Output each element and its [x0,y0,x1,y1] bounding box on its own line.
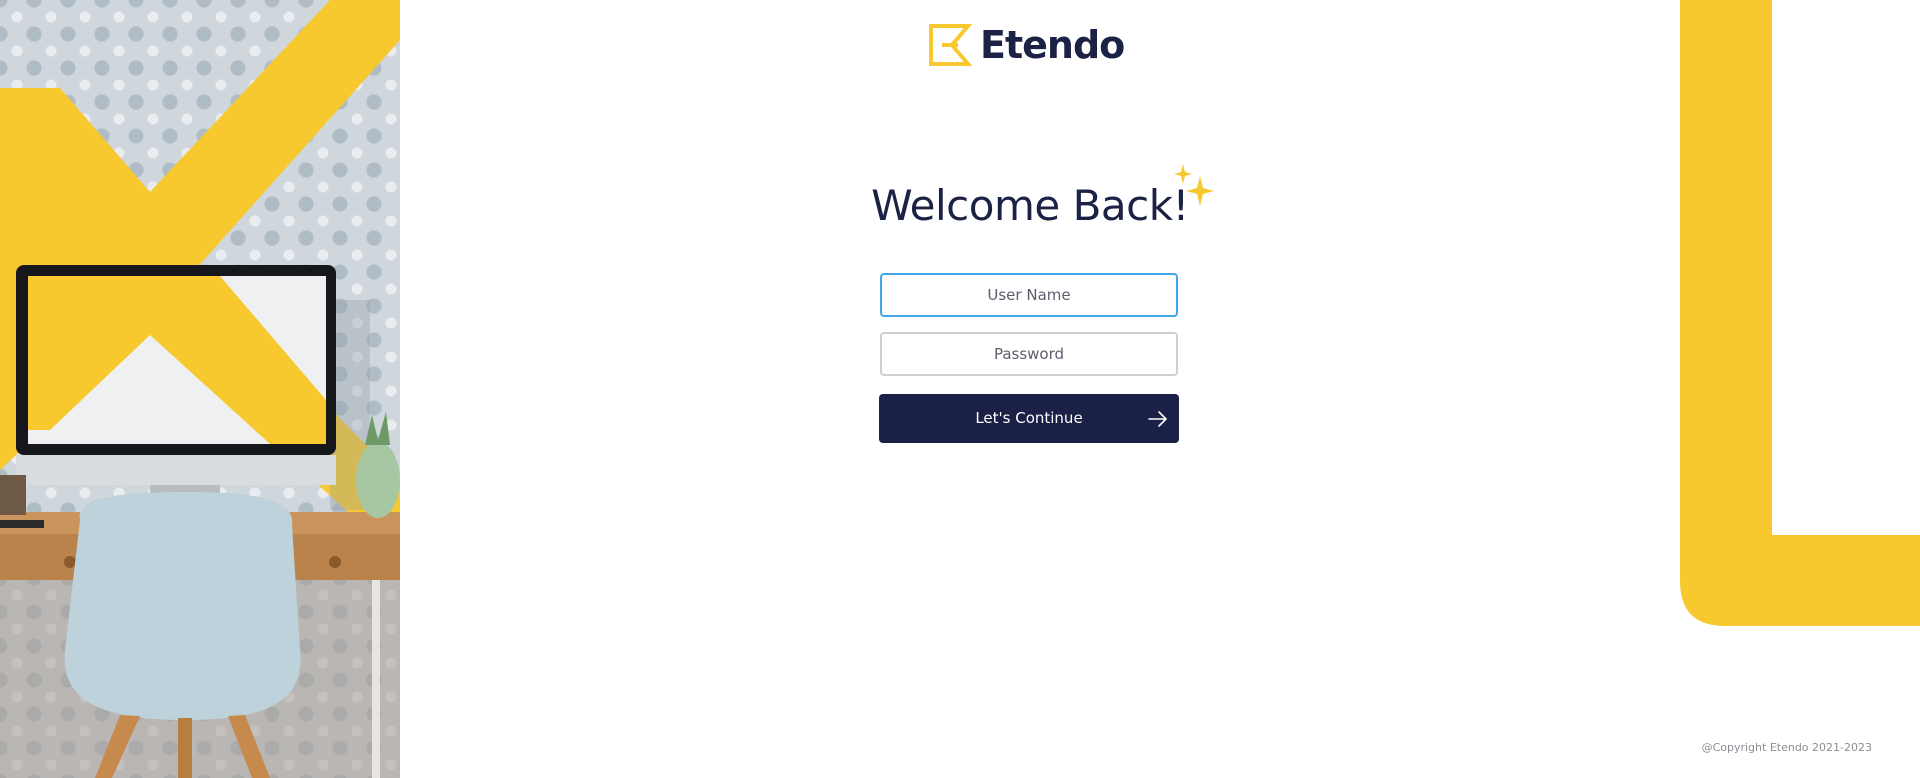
etendo-logo: Etendo [928,22,1125,68]
arrow-right-icon [1148,411,1167,427]
login-page: Etendo Welcome Back! Let's Continue @Cop… [0,0,1920,778]
workspace-illustration-art [0,0,400,778]
page-title: Welcome Back! [871,181,1189,230]
username-input[interactable] [880,273,1178,317]
password-input[interactable] [880,332,1178,376]
continue-button-label: Let's Continue [975,409,1083,427]
pineapple-vase [356,442,400,518]
etendo-e-logo-icon [929,24,973,66]
drawer-knob [329,556,341,568]
continue-button[interactable]: Let's Continue [879,394,1179,443]
coffee-cup [0,475,26,515]
desk-leg [372,580,380,778]
yellow-l-shape [1680,0,1920,626]
chair-seat [64,492,301,720]
monitor-chin [16,455,336,485]
sparkles-icon [1174,164,1214,206]
chair-leg [178,718,192,778]
keyboard [0,520,44,528]
brand-name: Etendo [980,23,1125,67]
copyright-text: @Copyright Etendo 2021-2023 [1701,741,1872,754]
drawer-knob [64,556,76,568]
workspace-illustration [0,0,400,778]
